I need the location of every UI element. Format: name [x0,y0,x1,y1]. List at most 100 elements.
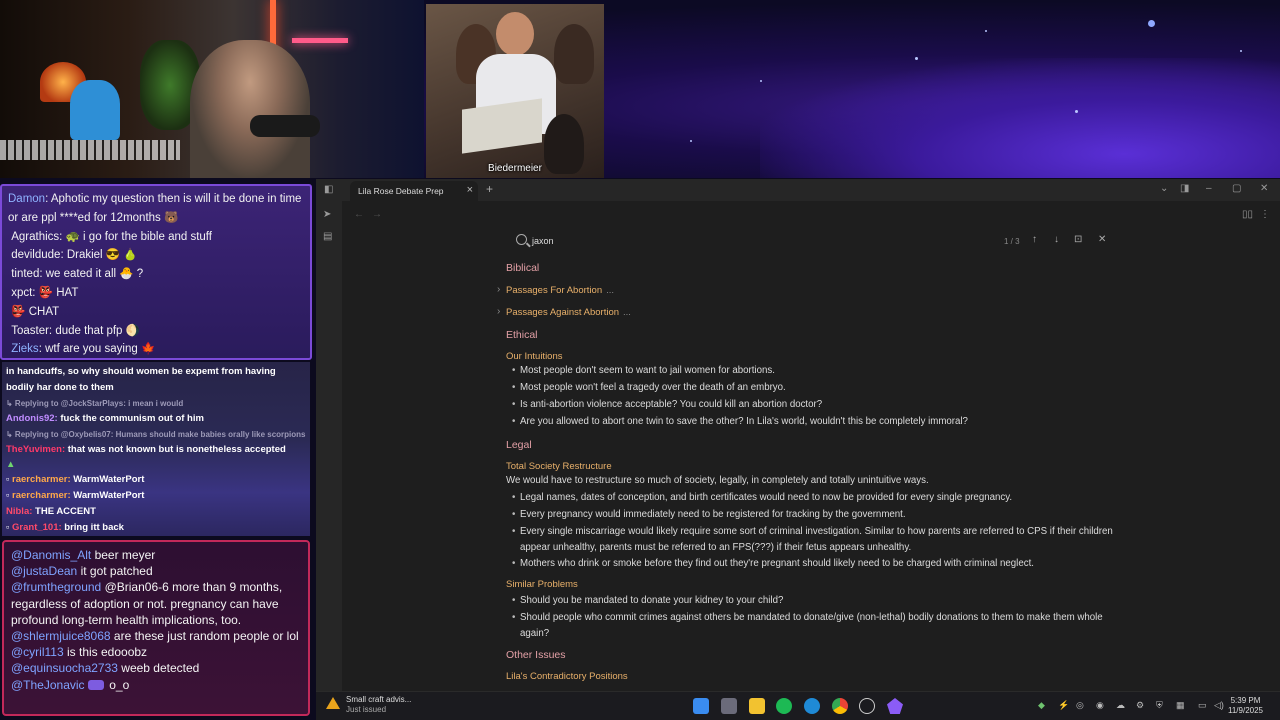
list-item: Every pregnancy would immediately need t… [512,507,1116,523]
search-input[interactable]: jaxon [512,232,1024,252]
chat-message: Zieks: wtf are you saying 🍁 [11,343,156,356]
tray-icon[interactable]: ◆ [1038,700,1045,711]
warning-icon [326,697,340,709]
previous-match-icon[interactable]: ↑ [1032,234,1037,245]
steam-icon[interactable]: ⚙ [1136,700,1144,711]
list-item: Legal names, dates of conception, and bi… [512,490,1116,506]
heading-other-issues: Other Issues [506,649,566,661]
heading-passages-against[interactable]: Passages Against Abortion... [497,306,631,318]
send-icon[interactable]: ➤ [323,209,331,220]
weather-widget[interactable]: Small craft advis... Just issued [326,695,411,715]
chat-message: @Danomis_Alt beer meyer [11,548,156,562]
tray-icon[interactable]: ☁ [1116,700,1125,711]
right-sidebar-icon[interactable]: ◨ [1180,183,1189,194]
tray-icon[interactable]: ⚡ [1058,700,1069,711]
chat-message: Nibla: THE ACCENT [6,506,96,517]
heading-legal: Legal [506,439,532,451]
search-query: jaxon [532,236,554,246]
chat-message: Andonis92: fuck the communism out of him [6,413,204,424]
taskbar: Small craft advis... Just issued ◆ ⚡ ◎ ◉… [316,691,1280,720]
obsidian-window: ◧ Lila Rose Debate Prep × + ⌄ ◨ – ▢ ✕ ➤ … [316,179,1280,691]
chat-message: ▫ raercharmer: WarmWaterPort [6,474,145,485]
keyboard [0,140,180,160]
chat-message: ▫ Grant_101: bring itt back [6,522,124,533]
star [985,30,987,32]
tray-icon[interactable]: ◉ [1096,700,1104,711]
chevron-down-icon[interactable]: ⌄ [1160,183,1168,194]
chat-message: @justaDean it got patched [11,564,153,579]
tab-lila-rose-debate-prep[interactable]: Lila Rose Debate Prep × [350,181,478,201]
forward-arrow-icon[interactable]: → [372,209,382,220]
search-icon [516,234,527,245]
tray-icon[interactable]: ⛨ [1156,700,1163,711]
system-clock[interactable]: 5:39 PM 11/9/2025 [1228,696,1263,716]
match-count: 1 / 3 [1004,237,1020,246]
heading-our-intuitions: Our Intuitions [506,351,563,362]
task-view-icon[interactable] [721,698,737,714]
close-icon[interactable]: × [467,184,473,196]
obs-icon[interactable] [859,698,875,714]
chat-message: tinted: we eated it all 🐣 ? [11,268,144,281]
chat-message: Damon: Aphotic my question then is will … [8,193,302,224]
microphone [250,115,320,137]
list-item: Most people don't seem to want to jail w… [512,363,1116,379]
chat-message: @shlermjuice8068 are these just random p… [11,629,299,644]
regex-toggle-icon[interactable]: ⊡ [1074,234,1082,245]
edge-icon[interactable] [804,698,820,714]
chat-message: xpct: 👺 HAT [11,286,79,299]
chat-message: Toaster: dude that pfp 🌖 [11,324,140,337]
list-item: Are you allowed to abort one twin to sav… [512,414,1116,430]
star [1240,50,1242,52]
webcam-feed [0,0,424,178]
back-arrow-icon[interactable]: ← [354,209,364,220]
reading-view-icon[interactable]: ▯▯ [1242,209,1253,220]
neon-light [292,38,348,43]
star [1148,20,1155,27]
chat-message: @frumtheground @Brian06-6 more than 9 mo… [11,580,283,627]
clock-date: 11/9/2025 [1228,706,1263,715]
reply-indicator: ↳ Replying to @Oxybelis07: Humans should… [6,430,306,439]
tab-label: Lila Rose Debate Prep [358,186,444,196]
chrome-icon[interactable] [832,698,848,714]
paragraph: We would have to restructure so much of … [506,475,929,486]
weather-title: Small craft advis... [346,695,412,704]
heading-similar-problems: Similar Problems [506,579,578,590]
heading-biblical: Biblical [506,262,540,274]
star [1075,110,1078,113]
heading-contradictory-positions: Lila's Contradictory Positions [506,671,628,682]
emote: ▲ [6,459,16,470]
more-options-icon[interactable]: ⋮ [1260,209,1270,220]
nebula [760,58,1280,178]
obsidian-icon[interactable] [887,698,903,714]
member-badge [87,680,104,691]
pages-icon[interactable]: ▤ [323,231,332,242]
man-head [496,12,534,56]
chat-message: @TheJonavic o_o [11,677,130,692]
clock-time: 5:39 PM [1230,696,1261,705]
volume-icon[interactable]: ◁) [1214,700,1224,711]
file-explorer-icon[interactable] [749,698,765,714]
tray-icon[interactable]: ▦ [1176,700,1185,711]
heading-passages-for[interactable]: Passages For Abortion... [497,284,614,296]
sidebar-toggle-icon[interactable]: ◧ [324,184,333,195]
list-item: Should people who commit crimes against … [512,610,1116,641]
star [690,140,692,142]
minimize-icon[interactable]: – [1206,183,1212,194]
heading-total-society-restructure: Total Society Restructure [506,461,612,472]
network-icon[interactable]: ▭ [1198,700,1207,711]
close-search-icon[interactable]: ✕ [1098,234,1106,245]
start-icon[interactable] [693,698,709,714]
list-item: Mothers who drink or smoke before they f… [512,556,1116,572]
tray-icon[interactable]: ◎ [1076,700,1084,711]
list-item: Most people won't feel a tragedy over th… [512,380,1116,396]
clip-caption: Biedermeier [488,163,542,174]
chat-message: 👺 CHAT [11,305,60,318]
vcr-box [462,98,542,154]
next-match-icon[interactable]: ↓ [1054,234,1059,245]
spotify-icon[interactable] [776,698,792,714]
close-window-icon[interactable]: ✕ [1260,183,1268,194]
streamer [190,40,310,178]
maximize-icon[interactable]: ▢ [1232,183,1241,194]
new-tab-icon[interactable]: + [486,182,493,196]
find-bar: jaxon 1 / 3 ↑ ↓ ⊡ ✕ [512,232,1112,252]
